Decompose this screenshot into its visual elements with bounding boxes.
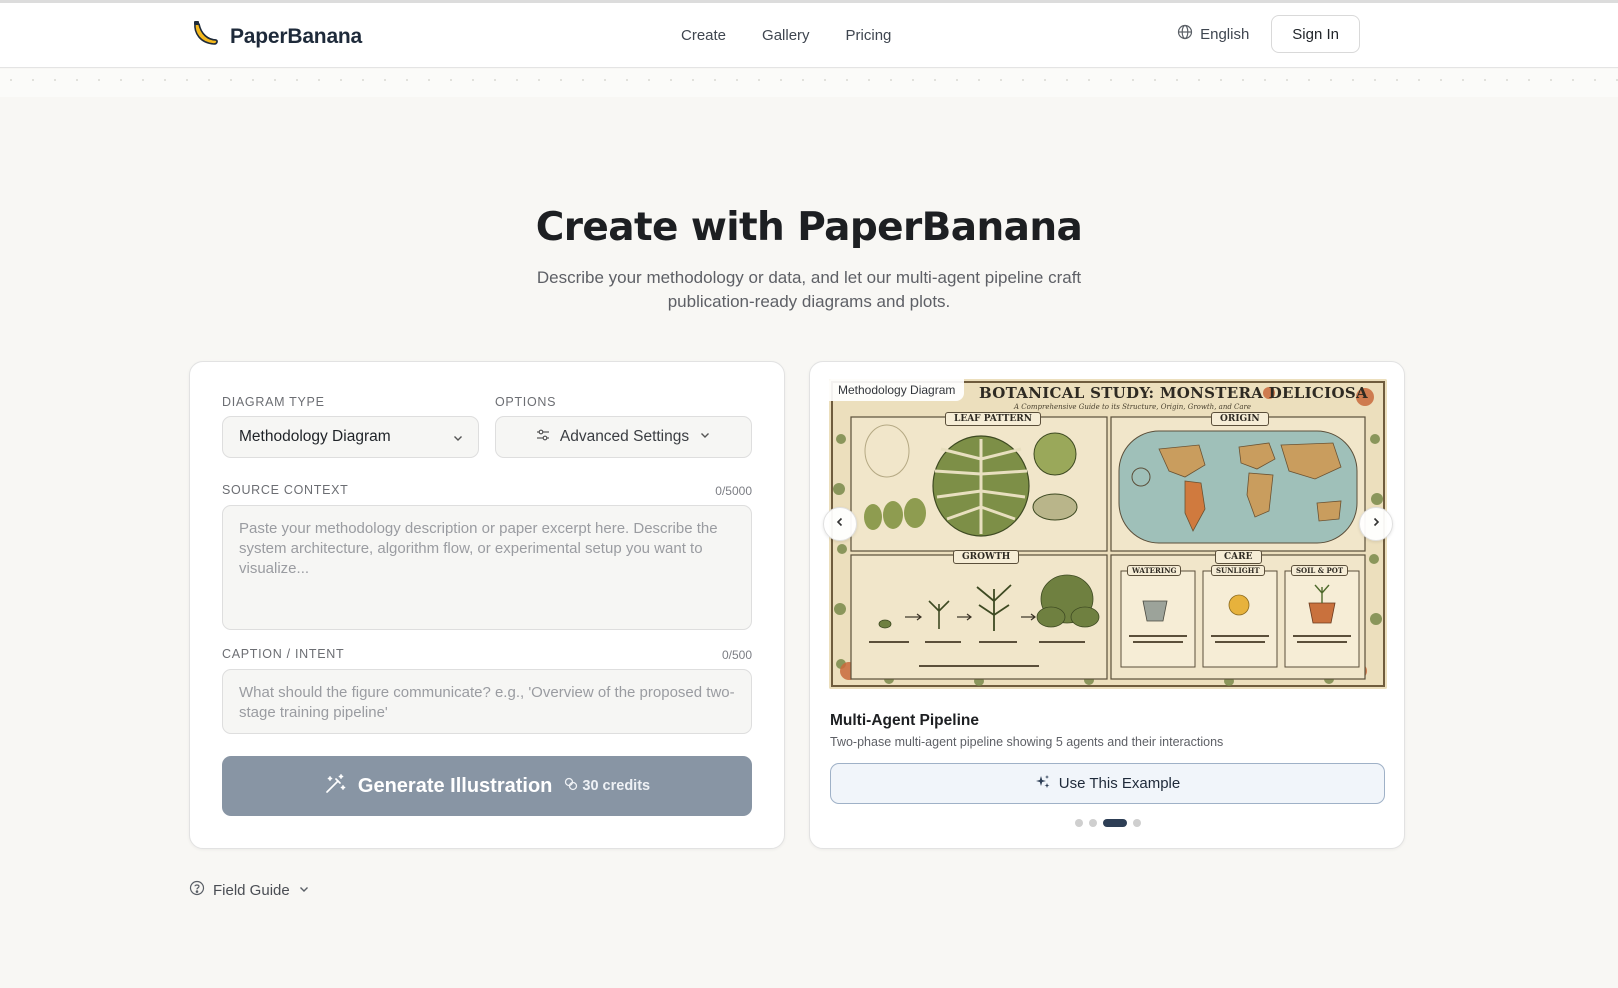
carousel-prev-button[interactable] [823,507,857,541]
pager-dot-4[interactable] [1133,819,1141,827]
diagram-type-label: DIAGRAM TYPE [222,395,325,409]
diagram-type-select[interactable]: Methodology Diagram [222,416,479,458]
poster-panel-watering: WATERING [1127,565,1182,576]
help-circle-icon [189,880,205,900]
nav-actions: English Sign In [1177,15,1360,53]
credits-badge: 30 credits [564,777,650,795]
generate-illustration-button[interactable]: Generate Illustration 30 credits [222,756,752,816]
field-guide-label: Field Guide [213,881,290,899]
pager-dot-1[interactable] [1075,819,1083,827]
sparkles-icon [1035,774,1051,794]
page-subtitle: Describe your methodology or data, and l… [536,268,1082,311]
example-title: Multi-Agent Pipeline [830,712,979,729]
pager-dot-3-active[interactable] [1103,819,1127,827]
carousel-pager [1075,819,1141,827]
nav-link-gallery[interactable]: Gallery [762,27,810,44]
brand-name: PaperBanana [230,24,363,48]
nav-link-create[interactable]: Create [681,27,726,44]
example-description: Two-phase multi-agent pipeline showing 5… [830,735,1224,749]
options-label: OPTIONS [495,395,557,409]
globe-icon [1177,24,1193,44]
use-this-example-label: Use This Example [1058,775,1181,792]
source-context-input[interactable]: Paste your methodology description or pa… [222,505,752,630]
carousel-next-button[interactable] [1359,507,1393,541]
advanced-settings-label: Advanced Settings [559,428,690,445]
caption-intent-counter: 0/500 [721,648,752,662]
advanced-settings-button[interactable]: Advanced Settings [495,416,752,458]
example-type-badge: Methodology Diagram [829,379,965,401]
example-carousel-card: Methodology Diagram BOTANICAL STUDY: MON… [809,361,1405,849]
chevron-down-icon [298,882,310,899]
example-preview-image[interactable]: Methodology Diagram BOTANICAL STUDY: MON… [829,379,1387,689]
poster-panel-sunlight: SUNLIGHT [1211,565,1265,576]
credits-label: 30 credits [582,778,651,794]
poster-panel-origin: ORIGIN [1211,412,1269,426]
page-title: Create with PaperBanana [535,205,1083,250]
create-form-card: DIAGRAM TYPE Methodology Diagram OPTIONS… [189,361,785,849]
chevron-right-icon [1370,515,1382,533]
language-label: English [1200,25,1250,43]
source-context-counter: 0/5000 [715,484,752,498]
poster-panel-care: CARE [1215,550,1262,564]
poster-panel-leaf-pattern: LEAF PATTERN [945,412,1041,426]
caption-intent-input[interactable]: What should the figure communicate? e.g.… [222,669,752,734]
main-nav: Create Gallery Pricing [681,3,891,67]
chevron-down-icon [699,428,711,446]
poster-title: BOTANICAL STUDY: MONSTERA DELICIOSA [979,384,1368,402]
chevron-down-icon [452,431,464,449]
sign-in-button[interactable]: Sign In [1271,15,1360,53]
chevron-left-icon [834,515,846,533]
poster-panel-soil-pot: SOIL & POT [1291,565,1349,576]
source-context-label: SOURCE CONTEXT [222,483,349,497]
nav-link-pricing[interactable]: Pricing [846,27,892,44]
top-navigation: PaperBanana Create Gallery Pricing Engli… [0,3,1618,68]
poster-panel-growth: GROWTH [953,550,1020,564]
dotted-background-strip [0,69,1618,97]
language-selector[interactable]: English [1177,24,1249,44]
banana-logo-icon [190,19,220,54]
brand[interactable]: PaperBanana [190,19,362,54]
generate-illustration-label: Generate Illustration [357,774,553,797]
sliders-icon [536,428,550,447]
field-guide-toggle[interactable]: Field Guide [189,880,310,900]
poster-subtitle: A Comprehensive Guide to its Structure, … [1014,403,1252,411]
use-this-example-button[interactable]: Use This Example [830,763,1385,804]
coins-icon [564,777,578,795]
pager-dot-2[interactable] [1089,819,1097,827]
caption-intent-label: CAPTION / INTENT [222,647,345,661]
diagram-type-value: Methodology Diagram [239,428,391,445]
magic-wand-icon [324,773,346,800]
